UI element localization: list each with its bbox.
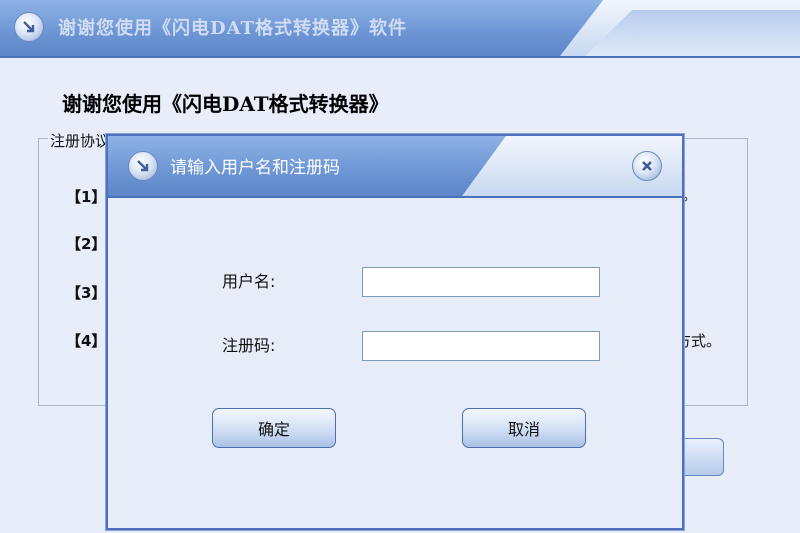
username-label: 用户名:	[222, 272, 276, 291]
username-input[interactable]	[362, 267, 600, 297]
arrow-circle-icon[interactable]	[14, 12, 44, 42]
close-icon[interactable]	[632, 151, 662, 181]
welcome-heading: 谢谢您使用《闪电DAT格式转换器》	[62, 92, 389, 116]
regcode-input[interactable]	[362, 331, 600, 361]
arrow-circle-icon[interactable]	[128, 151, 158, 181]
clause-number-4: 【4】	[66, 332, 107, 350]
registration-dialog: 请输入用户名和注册码 用户名: 注册码: 确定 取消	[106, 134, 684, 530]
ok-button[interactable]: 确定	[212, 408, 336, 448]
cancel-button[interactable]: 取消	[462, 408, 586, 448]
dialog-title: 请输入用户名和注册码	[170, 158, 340, 178]
main-titlebar: 谢谢您使用《闪电DAT格式转换器》软件	[0, 0, 800, 58]
clause-tail-1: 。	[682, 186, 698, 204]
window-title: 谢谢您使用《闪电DAT格式转换器》软件	[58, 18, 407, 39]
clause-number-1: 【1】	[66, 188, 107, 206]
clause-number-3: 【3】	[66, 284, 107, 302]
dialog-titlebar: 请输入用户名和注册码	[108, 136, 682, 198]
clause-number-2: 【2】	[66, 235, 107, 253]
agreement-legend: 注册协议	[48, 130, 113, 151]
regcode-label: 注册码:	[222, 336, 276, 355]
